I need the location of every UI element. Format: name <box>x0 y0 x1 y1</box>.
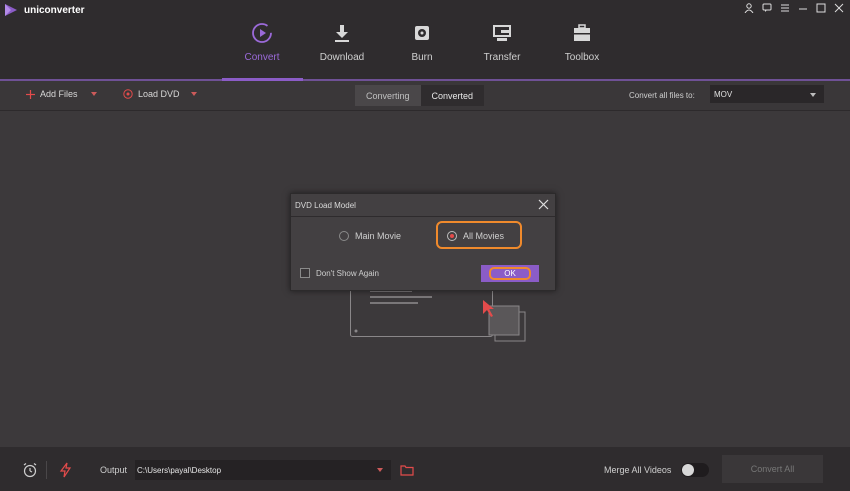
dvd-load-model-dialog: DVD Load Model Main Movie All Movies Don… <box>290 193 556 291</box>
toolbox-icon <box>571 22 593 44</box>
convert-icon <box>251 22 273 44</box>
tab-convert[interactable]: Convert <box>222 0 302 81</box>
load-dvd-dropdown-icon[interactable] <box>190 92 197 96</box>
chevron-down-icon[interactable] <box>377 468 383 472</box>
header-bar: uniconverter Convert Download Burn Trans… <box>0 0 850 81</box>
merge-all-videos-toggle[interactable] <box>681 463 709 477</box>
brand: uniconverter <box>4 3 85 17</box>
add-files-dropdown-icon[interactable] <box>90 92 97 96</box>
bottom-divider <box>46 461 47 479</box>
add-files-button[interactable]: Add Files <box>26 89 97 99</box>
main-nav: Convert Download Burn Transfer Toolbox <box>222 0 622 81</box>
tab-download-label: Download <box>319 52 365 63</box>
option-main-movie[interactable]: Main Movie <box>339 231 401 241</box>
dont-show-again-checkbox[interactable] <box>300 268 310 278</box>
tab-convert-label: Convert <box>244 52 280 63</box>
tab-toolbox[interactable]: Toolbox <box>542 0 622 81</box>
merge-all-videos-label: Merge All Videos <box>604 465 672 475</box>
ok-button[interactable]: OK <box>481 265 539 282</box>
add-files-label: Add Files <box>40 89 78 99</box>
dialog-close-icon[interactable] <box>538 199 549 210</box>
close-window-button[interactable] <box>834 3 844 13</box>
tab-transfer[interactable]: Transfer <box>462 0 542 81</box>
convert-all-to-label: Convert all files to: <box>629 91 695 100</box>
user-icon <box>744 3 754 13</box>
maximize-icon <box>816 3 826 13</box>
uniconverter-window: uniconverter Convert Download Burn Trans… <box>0 0 850 491</box>
app-name: uniconverter <box>24 4 85 16</box>
ok-label: OK <box>489 267 531 280</box>
status-tabs: Converting Converted <box>355 85 485 106</box>
toolbar: Add Files Load DVD Converting Converted … <box>0 81 850 111</box>
output-format-select[interactable]: MOV <box>710 85 824 103</box>
uniconverter-logo-icon <box>5 4 17 16</box>
all-movies-radio[interactable] <box>447 231 457 241</box>
load-dvd-label: Load DVD <box>138 89 180 99</box>
minimize-button[interactable] <box>798 3 808 13</box>
chevron-down-icon <box>810 93 816 97</box>
tab-converting[interactable]: Converting <box>355 85 421 106</box>
folder-icon[interactable] <box>400 463 414 477</box>
account-button[interactable] <box>744 3 754 13</box>
tab-burn-label: Burn <box>411 52 433 63</box>
bottom-bar: Output C:\Users\payal\Desktop Merge All … <box>0 447 850 491</box>
main-movie-label: Main Movie <box>355 231 402 241</box>
close-icon <box>834 3 844 13</box>
lightning-icon[interactable] <box>58 462 74 478</box>
option-all-movies[interactable]: All Movies <box>447 231 504 241</box>
transfer-icon <box>491 22 513 44</box>
feedback-button[interactable] <box>762 3 772 13</box>
dont-show-again-option[interactable]: Don't Show Again <box>300 268 379 278</box>
dialog-divider <box>291 216 555 217</box>
dont-show-again-label: Don't Show Again <box>316 268 379 278</box>
dialog-title: DVD Load Model <box>295 201 356 210</box>
tab-download[interactable]: Download <box>302 0 382 81</box>
burn-icon <box>411 22 433 44</box>
dvd-icon <box>123 89 133 99</box>
window-controls <box>744 3 844 13</box>
output-path-field[interactable]: C:\Users\payal\Desktop <box>135 460 391 480</box>
tab-transfer-label: Transfer <box>483 52 521 63</box>
load-dvd-button[interactable]: Load DVD <box>123 89 197 99</box>
menu-icon <box>781 4 789 12</box>
download-icon <box>331 22 353 44</box>
tab-converted[interactable]: Converted <box>420 85 485 106</box>
main-movie-radio[interactable] <box>339 231 349 241</box>
minimize-icon <box>799 8 807 10</box>
output-path-value: C:\Users\payal\Desktop <box>137 465 222 475</box>
menu-button[interactable] <box>780 3 790 13</box>
maximize-button[interactable] <box>816 3 826 13</box>
output-format-value: MOV <box>714 89 733 99</box>
output-label: Output <box>100 465 128 475</box>
convert-all-button[interactable]: Convert All <box>722 455 823 483</box>
plus-icon <box>26 89 35 99</box>
alarm-clock-icon[interactable] <box>22 462 38 478</box>
chat-icon <box>762 3 772 12</box>
tab-toolbox-label: Toolbox <box>564 52 600 63</box>
tab-burn[interactable]: Burn <box>382 0 462 81</box>
all-movies-label: All Movies <box>463 231 505 241</box>
